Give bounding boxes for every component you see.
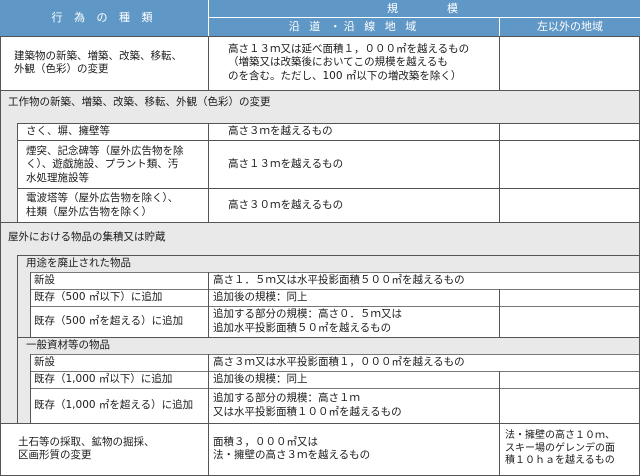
rule-h-general-large-top <box>30 388 640 389</box>
rule-h-abandoned-small-top <box>30 289 640 290</box>
fence-value: 高さ３ｍを越えるもの <box>228 125 333 138</box>
storage-label: 屋外における物品の集積又は貯蔵 <box>8 231 166 244</box>
abandoned-large-label: 既存（500 ㎡を超える）に追加 <box>34 314 184 327</box>
rule-v-abandoned-col3 <box>499 289 500 337</box>
rule-v-general-col3 <box>499 371 500 423</box>
header-divider-h <box>209 17 640 18</box>
abandoned-new-label: 新設 <box>34 273 55 286</box>
general-small-value: 追加後の規模：同上 <box>213 372 308 385</box>
abandoned-new-value: 高さ１．５ｍ又は水平投影面積５００㎡を越えるもの <box>213 273 465 286</box>
rule-v-abandoned-indent <box>30 272 31 337</box>
rule-h-abandoned-top <box>17 255 640 256</box>
tower-label: 電波塔等（屋外広告物を除く）、 柱類（屋外広告物を除く） <box>26 192 179 218</box>
abandoned-title: 用途を廃止された物品 <box>26 256 131 269</box>
bg-storage-gutter <box>0 255 17 423</box>
general-new-value: 高さ３ｍ又は水平投影面積１，０００㎡を越えるもの <box>213 355 465 368</box>
header-other-area: 左以外の地域 <box>500 18 640 36</box>
general-new-label: 新設 <box>34 355 55 368</box>
tower-value: 高さ３０ｍを越えるもの <box>228 198 344 211</box>
rule-v-buildings-col3 <box>499 36 500 90</box>
general-large-value: 追加する部分の規模：高さ１ｍ 又は水平投影面積１００㎡を越えるもの <box>213 392 402 418</box>
rule-h-buildings-bottom <box>0 90 640 91</box>
header-action-type: 行 為 の 種 類 <box>0 0 208 36</box>
buildings-label: 建築物の新築、増築、改築、移転、 外観（色彩）の変更 <box>14 49 182 75</box>
abandoned-small-label: 既存（500 ㎡以下）に追加 <box>34 290 163 303</box>
rule-v-general-col2 <box>208 354 209 423</box>
earth-other-value: 法・擁壁の高さ１０ｍ、 スキー場のゲレンデの面 積１０ｈａを越えるもの <box>505 430 615 467</box>
rule-h-structures-bottom <box>0 222 640 223</box>
earth-value: 面積３，０００㎡又は 法・擁壁の高さ３ｍを越えるもの <box>213 435 371 461</box>
rule-v-buildings-col2 <box>208 36 209 90</box>
rule-h-general-new-top <box>30 354 640 355</box>
rule-v-structures-col3 <box>499 123 500 222</box>
rule-h-abandoned-large-top <box>30 306 640 307</box>
rule-h-general-small-top <box>30 371 640 372</box>
chimney-label: 煙突、記念碑等（屋外広告物を除 く）、遊戯施設、プラント類、汚 水処理施設等 <box>26 145 184 184</box>
general-large-label: 既存（1,000 ㎡を超える）に追加 <box>34 398 194 411</box>
bg-general-gutter <box>17 354 30 423</box>
abandoned-small-value: 追加後の規模：同上 <box>213 290 308 303</box>
rule-v-storage-indent <box>17 255 18 423</box>
header-divider-v <box>208 0 209 36</box>
bg-abandoned-gutter <box>17 272 30 337</box>
header-roadside-area: 沿 道 ・沿 線 地 域 <box>209 18 499 36</box>
general-small-label: 既存（1,000 ㎡以下）に追加 <box>34 372 173 385</box>
rule-v-earth-col2 <box>208 423 209 476</box>
bg-structures-gutter <box>0 124 17 222</box>
rule-v-abandoned-col2 <box>208 272 209 337</box>
rule-v-left <box>0 36 1 476</box>
structures-label: 工作物の新築、増築、改築、移転、外観（色彩）の変更 <box>8 96 271 109</box>
rule-v-earth-col3 <box>499 423 500 476</box>
rule-h-abandoned-new-top <box>30 272 640 273</box>
earth-label: 土石等の採取、鉱物の掘採、 区画形質の変更 <box>18 435 155 461</box>
rule-h-buildings-top <box>0 36 640 37</box>
chimney-value: 高さ１３ｍを越えるもの <box>228 158 344 171</box>
rule-v-structures-indent <box>17 123 18 222</box>
rule-v-structures-col2 <box>208 123 209 222</box>
buildings-value: 高さ１３ｍ又は延べ面積１，０００㎡を越えるもの （増築又は改築後においてこの規模… <box>228 43 470 82</box>
regulation-table: 行 為 の 種 類 規 模 沿 道 ・沿 線 地 域 左以外の地域 建築物の新築… <box>0 0 640 476</box>
rule-h-earth-top <box>0 423 640 424</box>
rule-h-chimney-bottom <box>17 188 640 189</box>
rule-h-fence-top <box>17 123 640 124</box>
header-divider-v2 <box>499 18 500 36</box>
rule-v-general-indent <box>30 354 31 423</box>
rule-h-general-top <box>17 337 640 338</box>
rule-h-fence-bottom <box>17 140 640 141</box>
general-title: 一般資材等の物品 <box>26 338 110 351</box>
abandoned-large-value: 追加する部分の規模：高さ０．５ｍ又は 追加水平投影面積５０㎡を越えるもの <box>213 308 402 334</box>
header-scale: 規 模 <box>209 0 640 17</box>
fence-label: さく、塀、擁壁等 <box>26 125 110 138</box>
